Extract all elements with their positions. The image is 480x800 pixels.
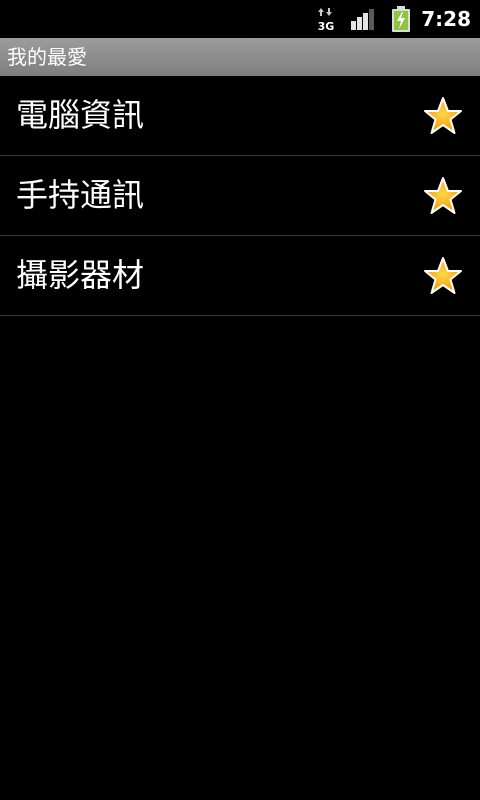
favorites-list: 電腦資訊 手持通訊 攝影器材 <box>0 76 480 316</box>
star-icon[interactable] <box>423 176 463 216</box>
network-label: 3G <box>318 20 335 32</box>
screen: 3G 7:28 我的最愛 電腦資訊 手持通訊 攝影器材 <box>0 0 480 800</box>
list-item[interactable]: 電腦資訊 <box>0 76 480 156</box>
star-icon[interactable] <box>423 256 463 296</box>
list-item[interactable]: 攝影器材 <box>0 236 480 316</box>
signal-strength-icon <box>351 9 374 30</box>
status-clock: 7:28 <box>421 7 471 31</box>
page-title: 我的最愛 <box>7 45 87 69</box>
list-item-label: 電腦資訊 <box>16 96 145 134</box>
list-item-label: 攝影器材 <box>16 256 145 294</box>
list-item-label: 手持通訊 <box>16 176 145 214</box>
title-bar: 我的最愛 <box>0 38 480 76</box>
list-item[interactable]: 手持通訊 <box>0 156 480 236</box>
star-icon[interactable] <box>423 96 463 136</box>
status-bar: 3G 7:28 <box>0 0 480 38</box>
battery-charging-icon <box>392 6 410 32</box>
3g-data-icon: 3G <box>318 8 335 32</box>
